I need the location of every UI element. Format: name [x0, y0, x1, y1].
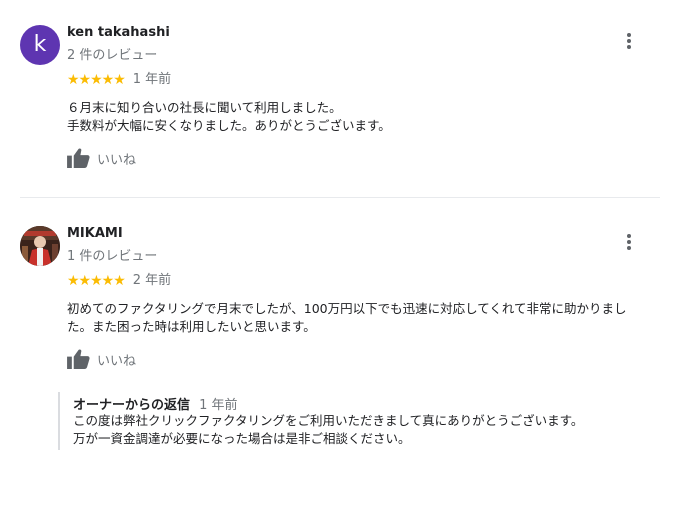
rating-row: ★★★★★ 2 年前 — [67, 273, 171, 289]
reviewer-name[interactable]: MIKAMI — [67, 226, 123, 241]
owner-reply-text-line: 万が一資金調達が必要になった場合は是非ご相談ください。 — [73, 431, 411, 446]
avatar[interactable]: k — [20, 25, 60, 65]
owner-reply-title: オーナーからの返信 — [73, 398, 191, 413]
review-divider — [20, 197, 660, 198]
review-date: 2 年前 — [132, 273, 172, 288]
owner-reply-text-line: この度は弊社クリックファクタリングをご利用いただきまして真にありがとうございます… — [73, 413, 584, 428]
owner-reply-header: オーナーからの返信 1 年前 — [73, 394, 238, 413]
star-rating: ★★★★★ — [67, 273, 126, 289]
owner-reply: オーナーからの返信 1 年前 この度は弊社クリックファクタリングをご利用いただき… — [58, 392, 660, 450]
more-vert-icon[interactable] — [618, 30, 640, 52]
rating-row: ★★★★★ 1 年前 — [67, 72, 171, 88]
review-text-line: た。また困った時は利用したいと思います。 — [67, 319, 316, 334]
star-rating: ★★★★★ — [67, 72, 126, 88]
reviewer-review-count[interactable]: 1 件のレビュー — [67, 245, 157, 264]
review-text: 初めてのファクタリングで月末でしたが、100万円以下でも迅速に対応してくれて非常… — [67, 300, 653, 336]
review-date: 1 年前 — [132, 72, 172, 87]
like-button[interactable]: いいね — [67, 348, 136, 370]
reviewer-name[interactable]: ken takahashi — [67, 25, 170, 40]
avatar-photo-image — [20, 226, 60, 266]
owner-reply-text: この度は弊社クリックファクタリングをご利用いただきまして真にありがとうございます… — [73, 412, 653, 448]
review-text: ６月末に知り合いの社長に聞いて利用しました。 手数料が大幅に安くなりました。あり… — [67, 99, 653, 135]
review-text-line: ６月末に知り合いの社長に聞いて利用しました。 — [67, 100, 342, 115]
thumb-up-icon — [67, 148, 90, 168]
review-text-line: 手数料が大幅に安くなりました。ありがとうございます。 — [67, 118, 391, 133]
reviewer-review-count[interactable]: 2 件のレビュー — [67, 44, 157, 63]
like-label: いいね — [97, 353, 137, 369]
like-button[interactable]: いいね — [67, 147, 136, 169]
avatar-letter: k — [33, 32, 47, 57]
more-vert-icon[interactable] — [618, 231, 640, 253]
like-label: いいね — [97, 152, 137, 168]
owner-reply-date: 1 年前 — [199, 398, 238, 413]
avatar[interactable] — [20, 226, 60, 266]
review-text-line: 初めてのファクタリングで月末でしたが、100万円以下でも迅速に対応してくれて非常… — [67, 301, 627, 316]
thumb-up-icon — [67, 349, 90, 369]
